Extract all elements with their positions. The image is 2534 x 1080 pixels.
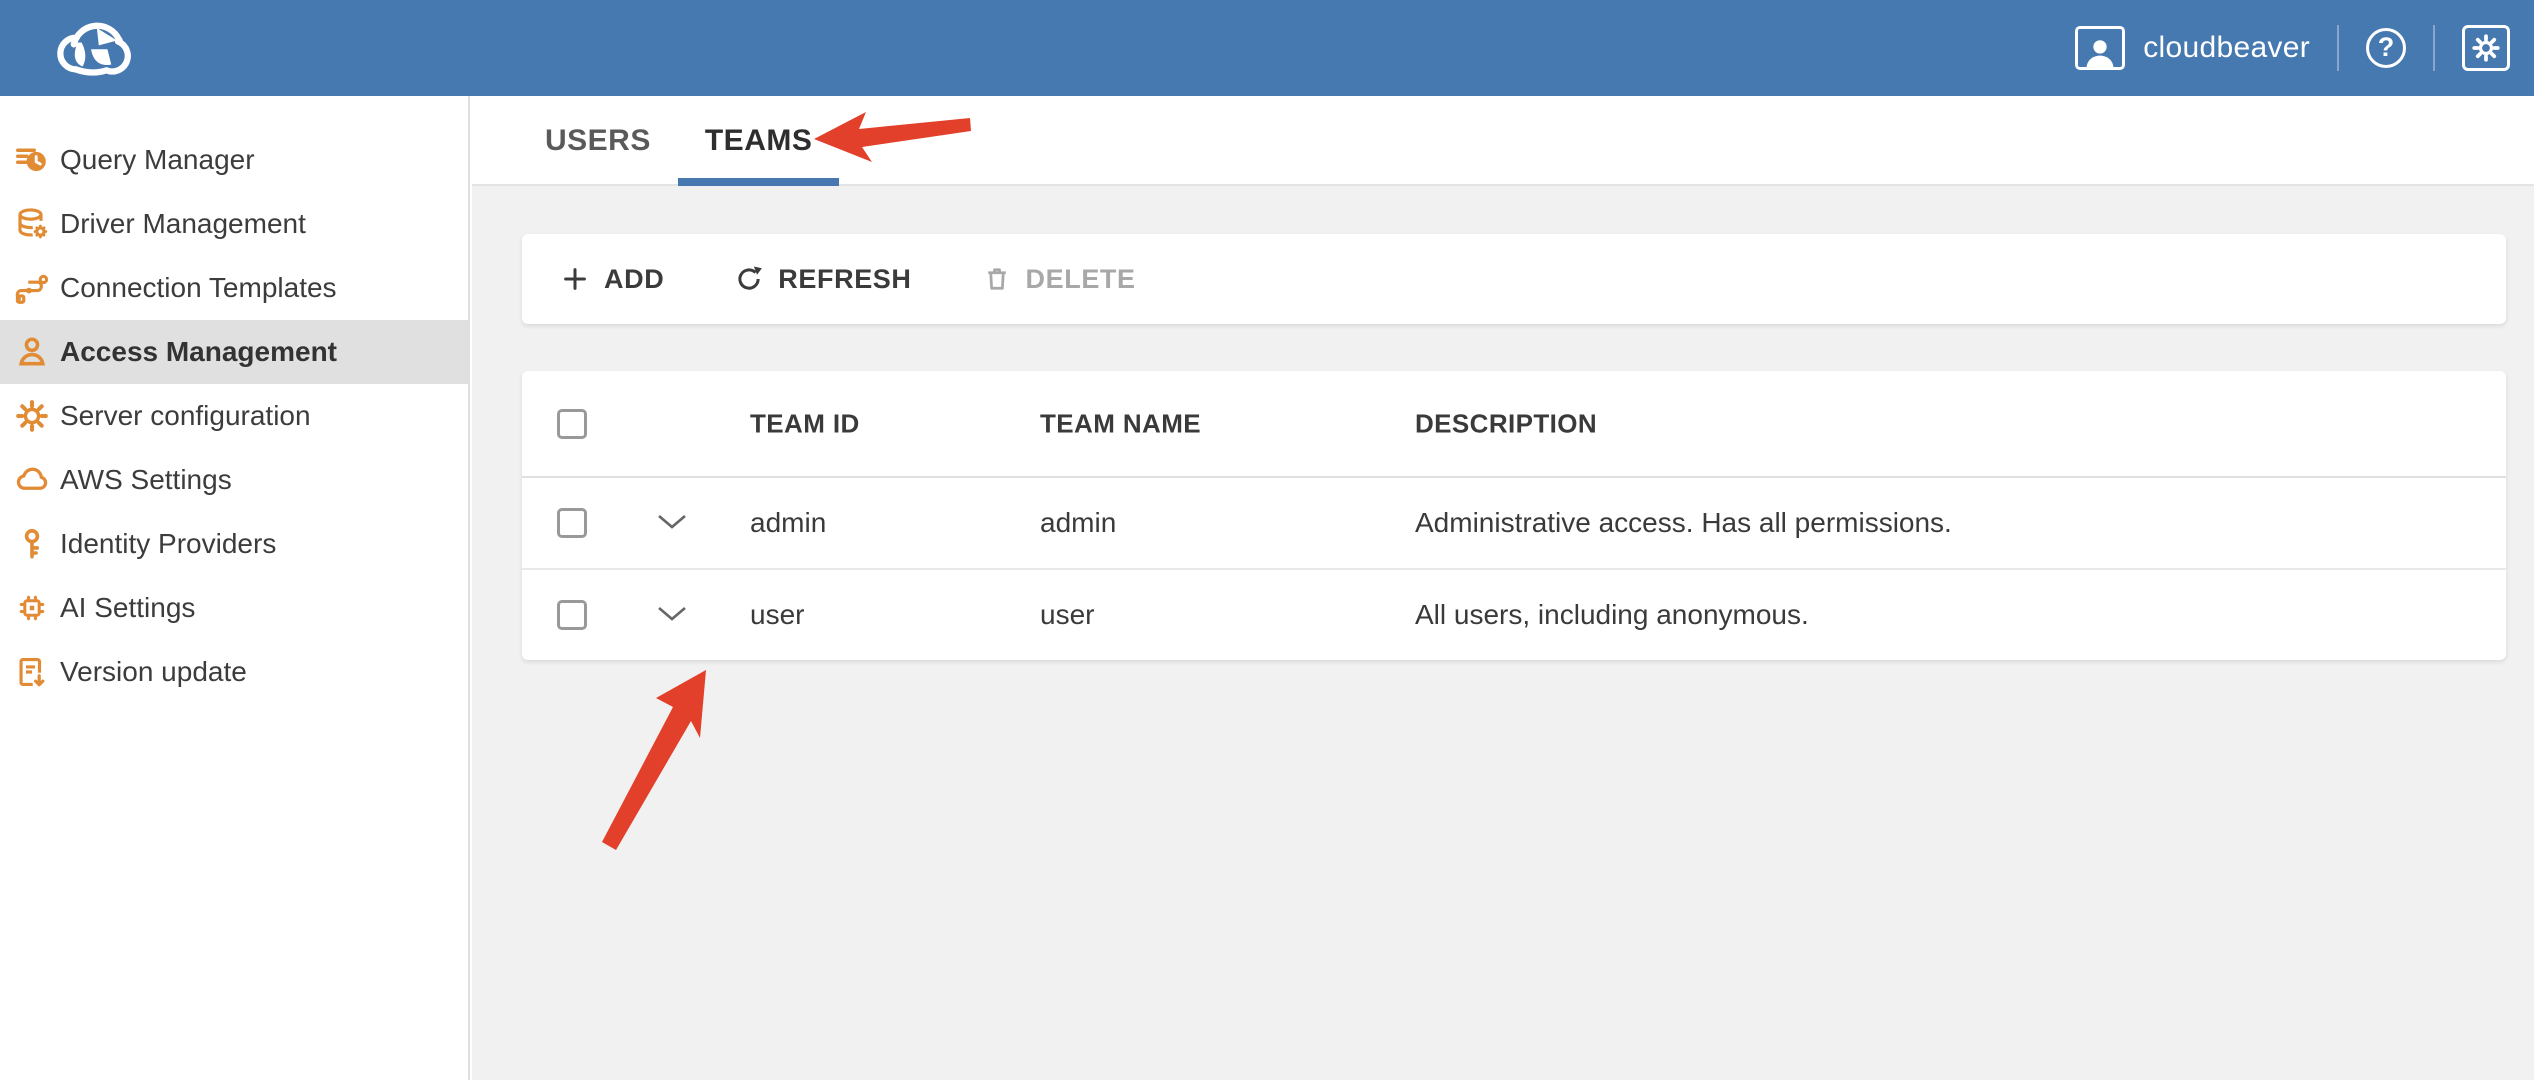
- sidebar-item-label: AWS Settings: [60, 464, 232, 496]
- sidebar-item-label: Connection Templates: [60, 272, 337, 304]
- query-manager-icon: [12, 140, 52, 180]
- topbar-divider: [2433, 25, 2435, 71]
- expand-chevron-icon[interactable]: [655, 507, 689, 539]
- sidebar-item-aws-settings[interactable]: AWS Settings: [0, 448, 468, 512]
- plus-icon: [560, 264, 590, 294]
- person-icon: [2081, 35, 2119, 70]
- sidebar-item-access-management[interactable]: Access Management: [0, 320, 468, 384]
- identity-key-icon: [12, 524, 52, 564]
- sidebar-item-label: AI Settings: [60, 592, 195, 624]
- tab-teams-label: TEAMS: [705, 124, 813, 157]
- topbar-divider: [2337, 25, 2339, 71]
- team-name-cell: user: [1040, 599, 1094, 631]
- connection-templates-icon: [12, 268, 52, 308]
- column-header-description: DESCRIPTION: [1415, 408, 1597, 439]
- top-bar-right-cluster: cloudbeaver ?: [2075, 0, 2510, 96]
- aws-cloud-icon: [12, 460, 52, 500]
- table-row-user[interactable]: user user All users, including anonymous…: [522, 568, 2506, 660]
- column-header-team-id: TEAM ID: [750, 408, 860, 439]
- version-update-icon: [12, 652, 52, 692]
- expand-chevron-icon[interactable]: [655, 599, 689, 631]
- team-id-cell: admin: [750, 507, 826, 539]
- username-label: cloudbeaver: [2143, 31, 2310, 65]
- table-header-row: TEAM ID TEAM NAME DESCRIPTION: [522, 371, 2506, 478]
- sidebar-item-server-configuration[interactable]: Server configuration: [0, 384, 468, 448]
- access-management-icon: [12, 332, 52, 372]
- column-header-team-name: TEAM NAME: [1040, 408, 1201, 439]
- refresh-icon: [734, 264, 764, 294]
- description-cell: All users, including anonymous.: [1415, 599, 1809, 631]
- add-button[interactable]: ADD: [560, 264, 664, 295]
- annotation-arrow-to-user-row: [584, 658, 724, 863]
- refresh-button[interactable]: REFRESH: [734, 264, 911, 295]
- sidebar-item-query-manager[interactable]: Query Manager: [0, 128, 468, 192]
- sidebar-item-label: Identity Providers: [60, 528, 276, 560]
- tab-users[interactable]: USERS: [518, 96, 678, 186]
- sidebar-item-label: Driver Management: [60, 208, 306, 240]
- user-avatar[interactable]: [2075, 26, 2125, 70]
- team-name-cell: admin: [1040, 507, 1116, 539]
- admin-sidebar: Query Manager Driver Management: [0, 96, 470, 1080]
- help-icon[interactable]: ?: [2366, 28, 2406, 68]
- access-management-tabs: USERS TEAMS: [472, 96, 2534, 186]
- delete-button-label: DELETE: [1026, 264, 1136, 295]
- description-cell: Administrative access. Has all permissio…: [1415, 507, 1952, 539]
- sidebar-item-label: Query Manager: [60, 144, 255, 176]
- server-configuration-icon: [12, 396, 52, 436]
- ai-chip-icon: [12, 588, 52, 628]
- top-bar: cloudbeaver ?: [0, 0, 2534, 96]
- teams-table: TEAM ID TEAM NAME DESCRIPTION admin admi…: [522, 371, 2506, 660]
- annotation-arrow-to-teams-tab: [810, 104, 978, 175]
- teams-toolbar: ADD REFRESH DELETE: [522, 234, 2506, 324]
- row-checkbox[interactable]: [557, 508, 587, 538]
- add-button-label: ADD: [604, 264, 664, 295]
- tab-users-label: USERS: [545, 124, 651, 157]
- sidebar-item-ai-settings[interactable]: AI Settings: [0, 576, 468, 640]
- sidebar-item-driver-management[interactable]: Driver Management: [0, 192, 468, 256]
- sidebar-item-label: Server configuration: [60, 400, 311, 432]
- sidebar-item-identity-providers[interactable]: Identity Providers: [0, 512, 468, 576]
- row-checkbox[interactable]: [557, 600, 587, 630]
- refresh-button-label: REFRESH: [778, 264, 911, 295]
- driver-management-icon: [12, 204, 52, 244]
- select-all-checkbox[interactable]: [557, 409, 587, 439]
- cloudbeaver-logo-icon: [44, 4, 144, 92]
- table-row-admin[interactable]: admin admin Administrative access. Has a…: [522, 478, 2506, 568]
- sidebar-item-label: Access Management: [60, 336, 337, 368]
- tab-active-underline: [678, 178, 840, 186]
- trash-icon: [982, 264, 1012, 294]
- main-content: USERS TEAMS ADD: [472, 96, 2534, 1080]
- settings-gear-icon[interactable]: [2462, 25, 2510, 71]
- cloudbeaver-admin-app: cloudbeaver ?: [0, 0, 2534, 1080]
- sidebar-item-connection-templates[interactable]: Connection Templates: [0, 256, 468, 320]
- delete-button[interactable]: DELETE: [982, 264, 1136, 295]
- sidebar-item-version-update[interactable]: Version update: [0, 640, 468, 704]
- sidebar-item-label: Version update: [60, 656, 247, 688]
- team-id-cell: user: [750, 599, 804, 631]
